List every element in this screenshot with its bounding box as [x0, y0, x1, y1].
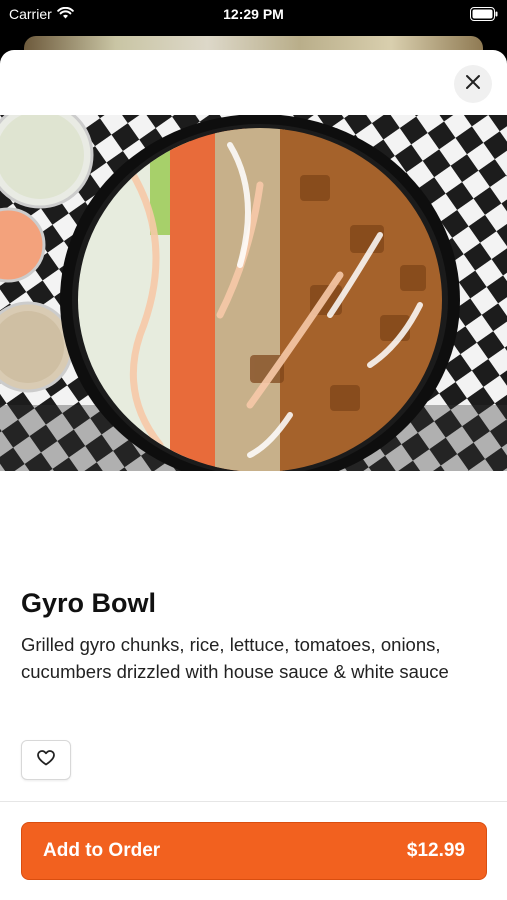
battery-icon: [470, 7, 498, 24]
product-description: Grilled gyro chunks, rice, lettuce, toma…: [21, 634, 449, 682]
close-icon: [465, 74, 481, 95]
status-bar: Carrier 12:29 PM: [0, 0, 507, 30]
close-button[interactable]: [454, 65, 492, 103]
add-to-order-button[interactable]: Add to Order $12.99: [21, 822, 487, 880]
divider: [0, 801, 507, 802]
favorite-button[interactable]: [21, 740, 71, 780]
add-to-order-label: Add to Order: [43, 840, 161, 861]
product-details: Gyro Bowl Grilled gyro chunks, rice, let…: [21, 588, 486, 685]
product-image: [0, 115, 507, 471]
price-label: $12.99: [406, 840, 465, 861]
product-sheet: [0, 50, 507, 900]
status-time: 12:29 PM: [223, 6, 284, 22]
heart-icon: [37, 749, 55, 771]
screen: Carrier 12:29 PM Gyro Bowl Grilled gyro …: [0, 0, 507, 900]
product-title: Gyro Bowl: [21, 588, 157, 618]
